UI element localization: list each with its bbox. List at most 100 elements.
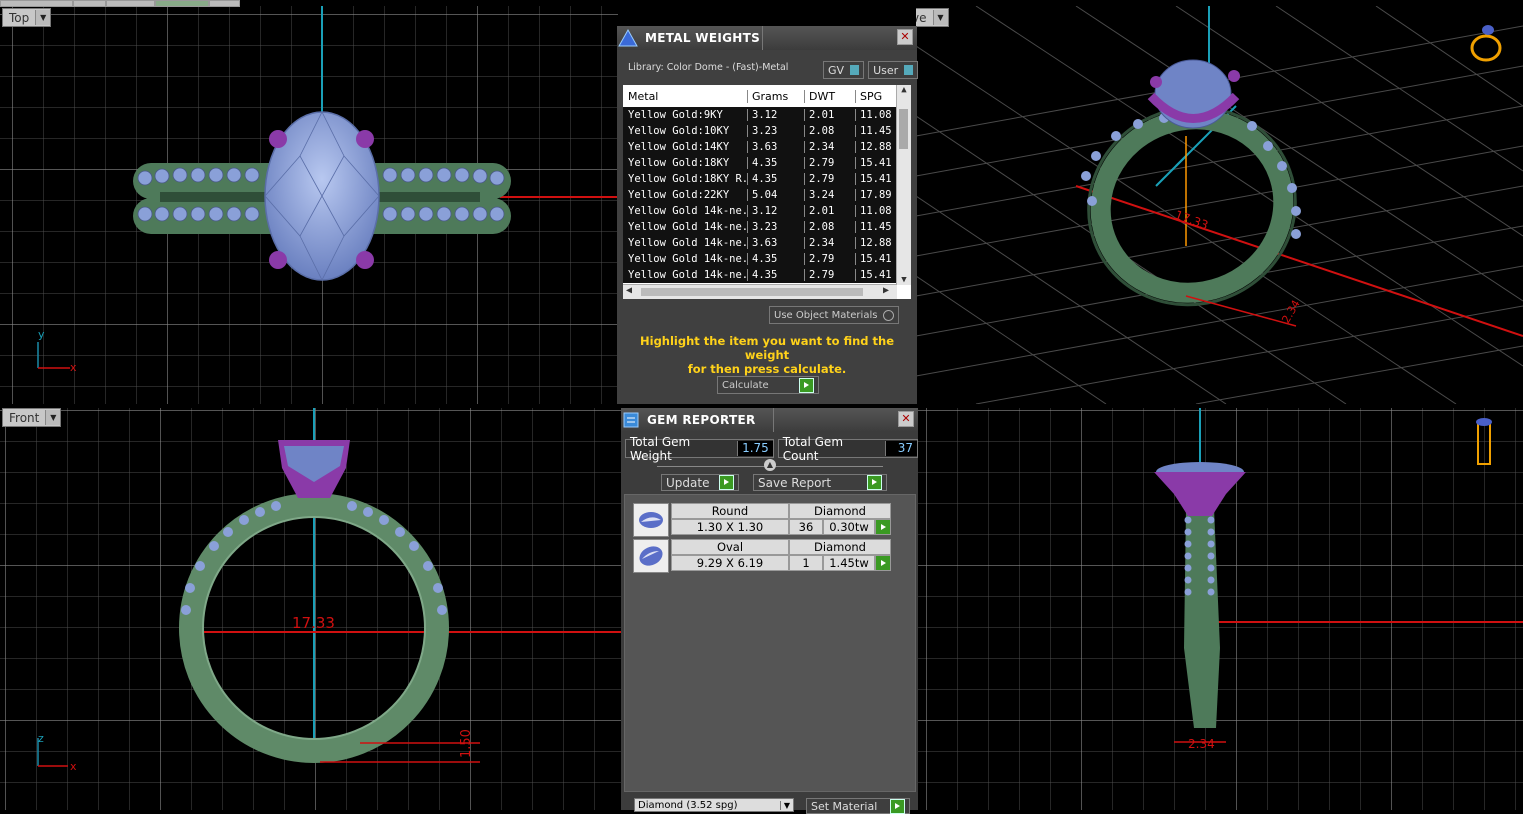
table-row[interactable]: Yellow Gold:10KY 3.23 2.08 11.45 bbox=[623, 123, 911, 139]
user-button[interactable]: User bbox=[868, 61, 919, 79]
table-cell: 2.01 bbox=[805, 109, 856, 121]
table-row[interactable]: Yellow Gold:18KY R... 4.35 2.79 15.41 bbox=[623, 171, 911, 187]
viewport-label-front: Front bbox=[9, 410, 40, 425]
use-object-materials-label: Use Object Materials bbox=[774, 309, 878, 321]
table-row[interactable]: Yellow Gold:9KY 3.12 2.01 11.08 bbox=[623, 107, 911, 123]
perspective-viewport[interactable]: 17.33 2.34 Perspective ▼ bbox=[916, 6, 1523, 404]
viewport-menu-front[interactable]: Front ▼ bbox=[2, 408, 62, 427]
table-cell: Yellow Gold 14k-ne... bbox=[623, 269, 748, 281]
table-cell: Yellow Gold:18KY R... bbox=[623, 173, 748, 185]
gem-count: 1 bbox=[789, 555, 823, 571]
save-report-button[interactable]: Save Report bbox=[753, 474, 887, 491]
column-header[interactable]: DWT bbox=[805, 89, 856, 103]
gem-row[interactable]: Round Diamond 1.30 X 1.30 36 0.30tw bbox=[633, 503, 891, 537]
table-cell: Yellow Gold 14k-ne... bbox=[623, 221, 748, 233]
column-header[interactable]: Grams bbox=[748, 89, 805, 103]
table-cell: Yellow Gold:18KY bbox=[623, 157, 748, 169]
set-material-label: Set Material bbox=[811, 799, 878, 813]
tab-stub[interactable] bbox=[208, 0, 240, 7]
gv-button[interactable]: GV bbox=[823, 61, 865, 79]
table-cell: 2.79 bbox=[805, 269, 856, 281]
table-cell: 3.24 bbox=[805, 189, 856, 201]
right-viewport[interactable]: 2.34 bbox=[916, 408, 1523, 810]
total-gem-weight-label: Total Gem Weight bbox=[630, 434, 691, 463]
table-row[interactable]: Yellow Gold:22KY 5.04 3.24 17.89 bbox=[623, 187, 911, 203]
user-label: User bbox=[873, 63, 899, 77]
close-icon[interactable]: ✕ bbox=[898, 411, 914, 427]
column-header[interactable]: Metal bbox=[623, 89, 748, 103]
table-cell: 11.45 bbox=[856, 125, 896, 137]
calculate-label: Calculate bbox=[722, 379, 769, 391]
table-row[interactable]: Yellow Gold:18KY 4.35 2.79 15.41 bbox=[623, 155, 911, 171]
table-cell: 3.23 bbox=[748, 125, 805, 137]
table-row[interactable]: Yellow Gold 14k-ne... 3.63 2.34 12.88 bbox=[623, 235, 911, 251]
library-label: Library: Color Dome - (Fast)-Metal bbox=[628, 62, 789, 73]
horizontal-scrollbar[interactable]: ◀ ▶ bbox=[623, 284, 897, 299]
chevron-down-icon[interactable]: ▼ bbox=[932, 10, 948, 25]
metal-weights-table[interactable]: Metal Grams DWT SPG Yellow Gold:9KY 3.12 2… bbox=[623, 85, 911, 299]
column-header[interactable]: SPG bbox=[856, 90, 896, 103]
perspective-grid: 17.33 2.34 bbox=[916, 6, 1523, 404]
chevron-down-icon[interactable]: ▼ bbox=[35, 10, 51, 25]
play-icon bbox=[799, 377, 814, 393]
gem-reporter-header[interactable]: GEM REPORTER ✕ bbox=[621, 408, 918, 432]
total-gem-weight-value: 1.75 bbox=[737, 441, 773, 456]
table-row[interactable]: Yellow Gold 14k-ne... 4.35 2.79 15.41 bbox=[623, 267, 911, 283]
set-material-button[interactable]: Set Material bbox=[806, 798, 910, 814]
table-cell: 3.12 bbox=[748, 205, 805, 217]
total-gem-weight-field: Total Gem Weight 1.75 bbox=[625, 435, 774, 463]
update-button[interactable]: Update bbox=[661, 474, 739, 491]
collapse-toggle[interactable]: ▲ bbox=[764, 459, 776, 471]
table-row[interactable]: Yellow Gold 14k-ne... 3.23 2.08 11.45 bbox=[623, 219, 911, 235]
viewport-menu-perspective[interactable]: Perspective ▼ bbox=[916, 8, 949, 27]
gem-reporter-panel: GEM REPORTER ✕ Total Gem Weight 1.75 Tot… bbox=[621, 408, 918, 814]
gem-row[interactable]: Oval Diamond 9.29 X 6.19 1 1.45tw bbox=[633, 539, 891, 573]
front-grid: 17.33 1.50 z x bbox=[0, 408, 622, 810]
gem-shape: Oval bbox=[671, 539, 789, 555]
tab-stub[interactable] bbox=[106, 0, 156, 7]
dimension-label: 1.50 bbox=[459, 729, 474, 758]
play-icon bbox=[719, 475, 734, 490]
total-gem-count-label: Total Gem Count bbox=[782, 434, 844, 463]
chevron-down-icon[interactable]: ▼ bbox=[45, 410, 61, 425]
table-row[interactable]: Yellow Gold:14KY 3.63 2.34 12.88 bbox=[623, 139, 911, 155]
viewport-menu-top[interactable]: Top ▼ bbox=[2, 8, 52, 27]
dimension-label: 2.34 bbox=[1188, 737, 1215, 751]
metal-weights-header[interactable]: METAL WEIGHTS ✕ bbox=[617, 26, 917, 50]
table-cell: 11.08 bbox=[856, 109, 896, 121]
metal-weights-icon bbox=[618, 28, 638, 47]
table-cell: 11.45 bbox=[856, 221, 896, 233]
total-gem-count-field: Total Gem Count 37 bbox=[777, 435, 918, 463]
use-object-materials-toggle[interactable]: Use Object Materials bbox=[769, 306, 899, 324]
dimension-label: 17.33 bbox=[292, 614, 335, 632]
table-cell: 5.04 bbox=[748, 189, 805, 201]
calculate-button[interactable]: Calculate bbox=[717, 376, 819, 394]
gem-shape: Round bbox=[671, 503, 789, 519]
gem-size: 1.30 X 1.30 bbox=[671, 519, 789, 535]
axis-x-label: x bbox=[70, 361, 77, 374]
table-cell: 2.34 bbox=[805, 141, 856, 153]
axis-x-label: x bbox=[70, 760, 77, 773]
tab-stub[interactable] bbox=[72, 0, 107, 7]
close-icon[interactable]: ✕ bbox=[897, 29, 913, 45]
front-viewport[interactable]: 17.33 1.50 z x Front ▼ bbox=[0, 408, 622, 810]
table-row[interactable]: Yellow Gold 14k-ne... 3.12 2.01 11.08 bbox=[623, 203, 911, 219]
table-cell: Yellow Gold:22KY bbox=[623, 189, 748, 201]
gem-tw: 0.30tw bbox=[823, 519, 875, 535]
table-cell: 2.34 bbox=[805, 237, 856, 249]
tab-stub[interactable] bbox=[0, 0, 73, 7]
table-cell: Yellow Gold 14k-ne... bbox=[623, 205, 748, 217]
tab-stub-active[interactable] bbox=[155, 0, 209, 7]
vertical-scrollbar[interactable]: ▲ ▼ bbox=[896, 85, 911, 285]
viewport-label-perspective: Perspective bbox=[916, 10, 927, 25]
save-report-label: Save Report bbox=[758, 475, 832, 490]
viewport-tab-strip bbox=[0, 0, 240, 7]
table-cell: 12.88 bbox=[856, 141, 896, 153]
gem-select-button[interactable] bbox=[875, 555, 891, 571]
right-grid: 2.34 bbox=[916, 408, 1523, 810]
top-viewport[interactable]: y x Top ▼ bbox=[0, 6, 618, 404]
gem-select-button[interactable] bbox=[875, 519, 891, 535]
table-row[interactable]: Yellow Gold 14k-ne... 4.35 2.79 15.41 bbox=[623, 251, 911, 267]
table-cell: Yellow Gold 14k-ne... bbox=[623, 253, 748, 265]
table-cell: 2.08 bbox=[805, 221, 856, 233]
